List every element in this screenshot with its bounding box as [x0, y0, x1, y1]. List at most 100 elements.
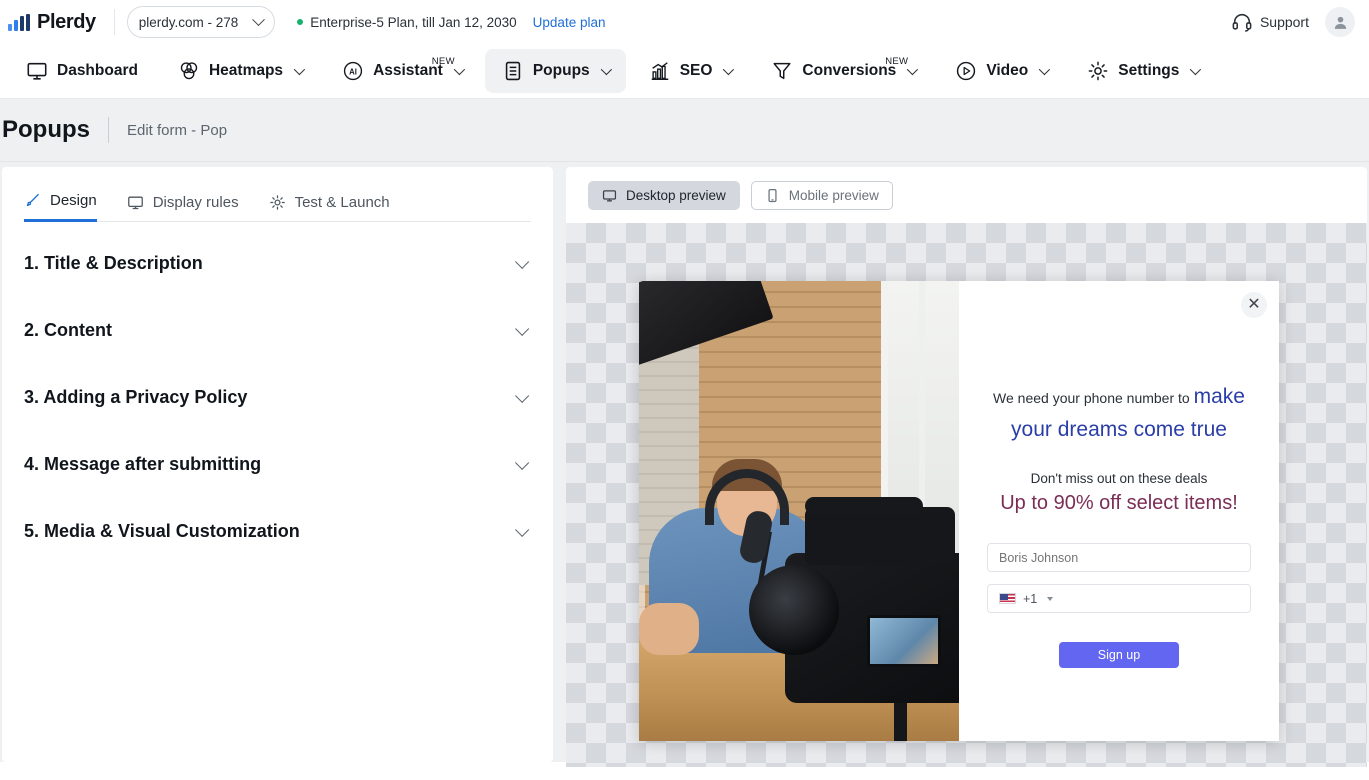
page-title: Popups — [2, 116, 90, 144]
nav-item-assistant[interactable]: AI Assistant NEW — [325, 49, 479, 93]
tab-design[interactable]: Design — [24, 192, 97, 222]
tab-display-rules[interactable]: Display rules — [127, 192, 239, 222]
funnel-icon — [771, 60, 793, 82]
nav-item-video[interactable]: Video — [938, 49, 1064, 93]
tab-label: Test & Launch — [295, 194, 390, 211]
logo-text: Plerdy — [37, 11, 96, 34]
chevron-down-icon — [515, 254, 529, 268]
chevron-down-icon — [515, 388, 529, 402]
breadcrumb-divider — [108, 117, 109, 143]
document-icon — [502, 60, 524, 82]
chevron-down-icon — [723, 64, 734, 75]
nav-label: SEO — [680, 62, 713, 80]
chevron-down-icon — [1047, 597, 1053, 601]
nav-label: Heatmaps — [209, 62, 283, 80]
nav-item-settings[interactable]: Settings — [1070, 49, 1215, 93]
name-input[interactable] — [987, 543, 1251, 572]
popup-offer: Up to 90% off select items! — [987, 492, 1251, 515]
plan-status: Enterprise-5 Plan, till Jan 12, 2030 Upd… — [297, 15, 605, 30]
phone-input[interactable]: +1 — [987, 584, 1251, 613]
popup-headline-block: We need your phone number to make your d… — [987, 381, 1251, 515]
bar-chart-icon — [649, 60, 671, 82]
nav-label: Conversions — [802, 62, 896, 80]
desktop-preview-button[interactable]: Desktop preview — [588, 181, 740, 210]
user-avatar-icon — [1332, 14, 1349, 31]
plerdy-logo[interactable]: Plerdy — [0, 11, 96, 34]
support-label: Support — [1260, 14, 1309, 30]
tab-test-launch[interactable]: Test & Launch — [269, 192, 390, 222]
accordion-title: 2. Content — [24, 320, 112, 341]
nav-item-heatmaps[interactable]: Heatmaps — [161, 49, 319, 93]
chevron-down-icon — [515, 522, 529, 536]
preview-panel: Desktop preview Mobile preview — [566, 167, 1367, 762]
ai-circle-icon: AI — [342, 60, 364, 82]
nav-item-conversions[interactable]: Conversions NEW — [754, 49, 932, 93]
accordion-item-title-description[interactable]: 1. Title & Description — [24, 230, 531, 297]
site-selector[interactable]: plerdy.com - 278 — [127, 6, 276, 38]
gear-icon — [1087, 60, 1109, 82]
phone-code: +1 — [1023, 592, 1037, 606]
desktop-preview-label: Desktop preview — [626, 188, 726, 203]
popup-subtext: Don't miss out on these deals — [987, 471, 1251, 486]
preview-toolbar: Desktop preview Mobile preview — [566, 167, 1367, 223]
monitor-icon — [602, 188, 617, 203]
avatar[interactable] — [1325, 7, 1355, 37]
page-header: Popups Edit form - Pop — [0, 99, 1369, 162]
accordion-item-content[interactable]: 2. Content — [24, 297, 531, 364]
monitor-icon — [26, 60, 48, 82]
accordion-title: 1. Title & Description — [24, 253, 203, 274]
popup-image — [639, 281, 959, 741]
chevron-down-icon — [515, 455, 529, 469]
accordion-item-privacy-policy[interactable]: 3. Adding a Privacy Policy — [24, 364, 531, 431]
logo-bars-icon — [8, 14, 30, 31]
play-circle-icon — [955, 60, 977, 82]
nav-label: Popups — [533, 62, 590, 80]
chevron-down-icon — [600, 64, 611, 75]
accordion-title: 3. Adding a Privacy Policy — [24, 387, 247, 408]
top-divider — [114, 9, 115, 35]
content-area: Design Display rules Test & Launch 1. Ti… — [0, 162, 1369, 762]
nav-badge-new: NEW — [885, 56, 908, 67]
popup-headline-plain: We need your phone number to — [993, 390, 1194, 406]
chevron-down-icon — [907, 64, 918, 75]
us-flag-icon — [999, 593, 1016, 604]
signup-button[interactable]: Sign up — [1059, 642, 1179, 668]
site-selector-value: plerdy.com - 278 — [139, 15, 239, 30]
close-icon[interactable]: ✕ — [1241, 292, 1267, 318]
svg-text:AI: AI — [349, 67, 357, 76]
nav-label: Dashboard — [57, 62, 138, 80]
nav-item-dashboard[interactable]: Dashboard — [9, 49, 155, 93]
tab-label: Display rules — [153, 194, 239, 211]
popup-content: ✕ We need your phone number to make your… — [959, 281, 1279, 741]
update-plan-link[interactable]: Update plan — [533, 15, 606, 30]
tab-label: Design — [50, 192, 97, 209]
plan-status-text: Enterprise-5 Plan, till Jan 12, 2030 — [310, 15, 516, 30]
main-navigation: Dashboard Heatmaps AI Assistant NEW Popu… — [0, 44, 1369, 99]
status-dot-icon — [297, 19, 303, 25]
mobile-preview-button[interactable]: Mobile preview — [751, 181, 893, 210]
nav-label: Video — [986, 62, 1028, 80]
chevron-down-icon — [515, 321, 529, 335]
accordion-title: 4. Message after submitting — [24, 454, 261, 475]
brush-icon — [24, 192, 41, 209]
popup-preview: ✕ We need your phone number to make your… — [639, 281, 1279, 741]
venn-icon — [178, 60, 200, 82]
support-button[interactable]: Support — [1231, 11, 1309, 33]
nav-item-popups[interactable]: Popups — [485, 49, 626, 93]
top-bar: Plerdy plerdy.com - 278 Enterprise-5 Pla… — [0, 0, 1369, 44]
accordion-item-message-after-submitting[interactable]: 4. Message after submitting — [24, 431, 531, 498]
accordion-title: 5. Media & Visual Customization — [24, 521, 300, 542]
editor-tabs: Design Display rules Test & Launch — [24, 167, 531, 222]
breadcrumb: Edit form - Pop — [127, 122, 227, 139]
accordion-item-media-visual-customization[interactable]: 5. Media & Visual Customization — [24, 498, 531, 565]
nav-badge-new: NEW — [432, 56, 455, 67]
chevron-down-icon — [454, 64, 465, 75]
top-bar-right: Support — [1231, 7, 1355, 37]
chevron-down-icon — [252, 13, 265, 26]
nav-item-seo[interactable]: SEO — [632, 49, 749, 93]
editor-sections: 1. Title & Description 2. Content 3. Add… — [24, 222, 531, 565]
nav-label: Settings — [1118, 62, 1179, 80]
preview-canvas: ✕ We need your phone number to make your… — [566, 223, 1367, 767]
monitor-icon — [127, 194, 144, 211]
editor-panel: Design Display rules Test & Launch 1. Ti… — [2, 167, 553, 762]
